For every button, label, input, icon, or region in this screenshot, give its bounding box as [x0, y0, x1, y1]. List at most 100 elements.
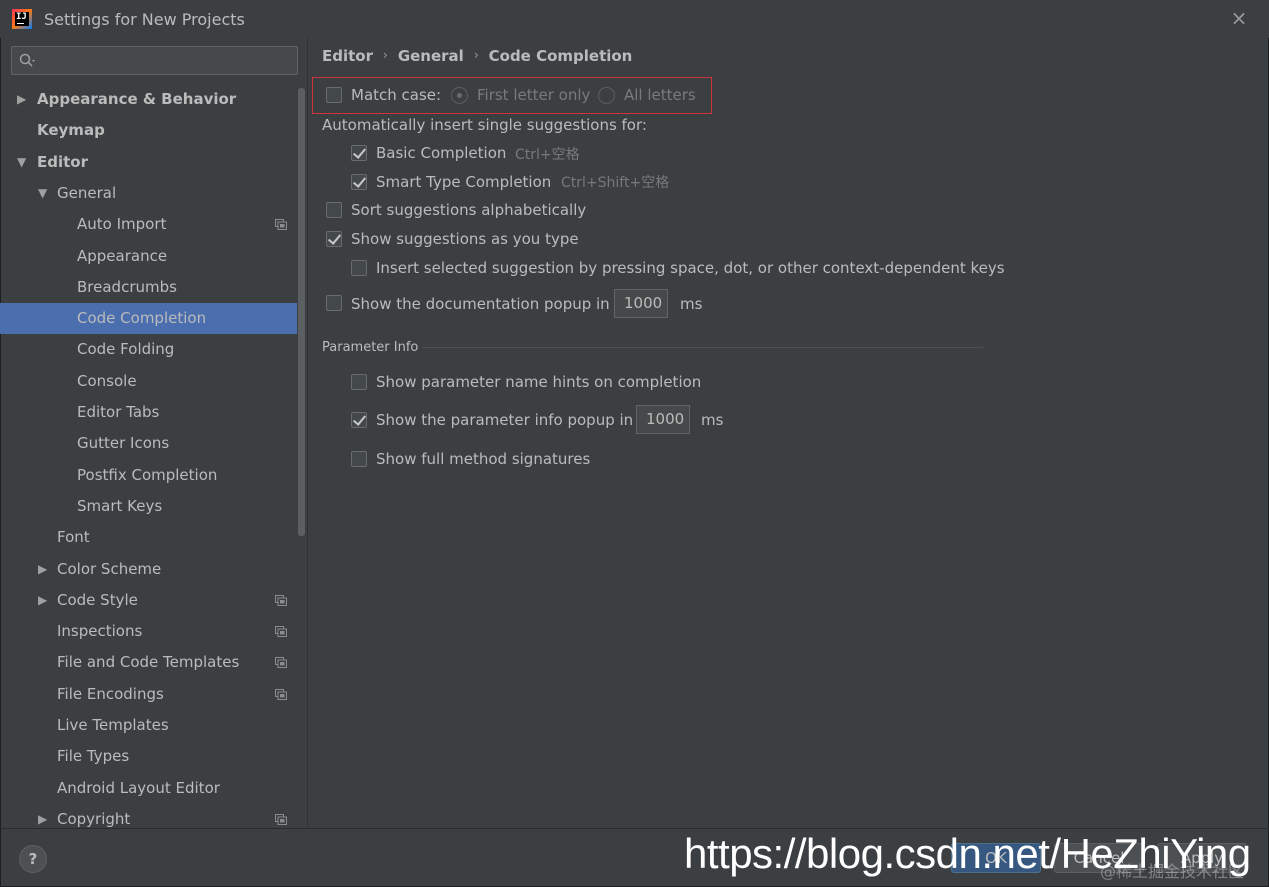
intellij-logo-icon: IJ: [12, 9, 32, 29]
project-level-icon: [275, 814, 287, 825]
tree-item-label: Appearance & Behavior: [37, 90, 237, 108]
basic-completion-checkbox[interactable]: [351, 145, 367, 161]
full-signatures-checkbox[interactable]: [351, 451, 367, 467]
tree-item-label: Copyright: [57, 810, 131, 828]
expand-arrow-icon[interactable]: ▼: [17, 147, 29, 178]
tree-item-label: Keymap: [37, 121, 105, 139]
smart-completion-shortcut: Ctrl+Shift+空格: [561, 175, 670, 191]
window-title: Settings for New Projects: [44, 10, 245, 29]
tree-item-label: Code Folding: [77, 340, 175, 358]
tree-item-label: Appearance: [77, 247, 168, 265]
tree-item-label: Code Style: [57, 591, 138, 609]
tree-item-smart-keys[interactable]: Smart Keys: [0, 491, 297, 522]
tree-item-label: Code Completion: [77, 309, 207, 327]
tree-item-label: Editor Tabs: [77, 403, 160, 421]
tree-item-file-encodings[interactable]: File Encodings: [0, 679, 297, 710]
param-info-popup-checkbox[interactable]: [351, 412, 367, 428]
close-icon[interactable]: ×: [1227, 6, 1251, 30]
full-signatures-label: Show full method signatures: [376, 450, 591, 468]
first-letter-radio[interactable]: [451, 87, 468, 104]
footer-divider: [0, 828, 1269, 829]
show-as-type-checkbox[interactable]: [326, 231, 342, 247]
tree-item-code-style[interactable]: ▶ Code Style: [0, 585, 297, 616]
doc-popup-label: Show the documentation popup in: [351, 295, 610, 313]
parameter-info-title: Parameter Info: [322, 340, 419, 355]
tree-item-breadcrumbs[interactable]: Breadcrumbs: [0, 272, 297, 303]
collapse-arrow-icon[interactable]: ▶: [17, 84, 29, 115]
tree-item-label: File Types: [57, 747, 130, 765]
panel-divider[interactable]: [307, 38, 308, 828]
tree-item-auto-import[interactable]: Auto Import: [0, 209, 297, 240]
breadcrumb-editor: Editor: [322, 47, 373, 65]
help-button[interactable]: ?: [19, 845, 47, 873]
tree-item-android-layout-editor[interactable]: Android Layout Editor: [0, 773, 297, 804]
show-as-type-label: Show suggestions as you type: [351, 230, 579, 248]
watermark-community: @稀土掘金技术社区: [1100, 862, 1245, 881]
doc-popup-unit: ms: [680, 295, 703, 313]
tree-item-code-completion[interactable]: Code Completion: [0, 303, 297, 334]
section-divider: [422, 347, 983, 348]
project-level-icon: [275, 689, 287, 700]
insert-selected-checkbox[interactable]: [351, 260, 367, 276]
project-level-icon: [275, 219, 287, 230]
title-bar: IJ Settings for New Projects ×: [0, 0, 1269, 38]
match-case-checkbox[interactable]: [326, 87, 342, 103]
tree-item-editor[interactable]: ▼ Editor: [0, 147, 297, 178]
collapse-arrow-icon[interactable]: ▶: [38, 585, 50, 616]
tree-item-gutter-icons[interactable]: Gutter Icons: [0, 428, 297, 459]
tree-item-font[interactable]: Font: [0, 522, 297, 553]
tree-item-postfix-completion[interactable]: Postfix Completion: [0, 460, 297, 491]
settings-search-input[interactable]: [11, 46, 298, 75]
param-info-unit: ms: [701, 411, 724, 429]
doc-popup-delay-input[interactable]: 1000: [614, 289, 668, 318]
tree-item-label: Font: [57, 528, 90, 546]
tree-item-inspections[interactable]: Inspections: [0, 616, 297, 647]
param-info-delay-input[interactable]: 1000: [636, 405, 690, 434]
tree-item-label: Color Scheme: [57, 560, 162, 578]
match-case-label: Match case:: [351, 86, 442, 104]
tree-item-console[interactable]: Console: [0, 366, 297, 397]
basic-completion-shortcut: Ctrl+空格: [515, 147, 580, 163]
insert-selected-label: Insert selected suggestion by pressing s…: [376, 259, 1005, 277]
collapse-arrow-icon[interactable]: ▶: [38, 554, 50, 585]
project-level-icon: [275, 595, 287, 606]
tree-item-color-scheme[interactable]: ▶ Color Scheme: [0, 554, 297, 585]
breadcrumb-general: General: [397, 47, 464, 65]
param-info-popup-label: Show the parameter info popup in: [376, 411, 634, 429]
tree-item-editor-tabs[interactable]: Editor Tabs: [0, 397, 297, 428]
tree-item-label: Auto Import: [77, 215, 167, 233]
tree-scrollbar[interactable]: [298, 88, 305, 536]
expand-arrow-icon[interactable]: ▼: [38, 178, 50, 209]
tree-item-appearance-behavior[interactable]: ▶ Appearance & Behavior: [0, 84, 297, 115]
tree-item-general[interactable]: ▼ General: [0, 178, 297, 209]
tree-item-label: Live Templates: [57, 716, 169, 734]
project-level-icon: [275, 657, 287, 668]
project-level-icon: [275, 626, 287, 637]
tree-item-label: File and Code Templates: [57, 653, 240, 671]
breadcrumb-separator: ›: [383, 48, 388, 62]
search-icon: [19, 53, 35, 67]
sort-alpha-checkbox[interactable]: [326, 202, 342, 218]
smart-completion-checkbox[interactable]: [351, 174, 367, 190]
tree-item-live-templates[interactable]: Live Templates: [0, 710, 297, 741]
tree-item-file-types[interactable]: File Types: [0, 741, 297, 772]
param-name-hints-label: Show parameter name hints on completion: [376, 373, 702, 391]
tree-item-label: Editor: [37, 153, 88, 171]
tree-item-copyright[interactable]: ▶ Copyright: [0, 804, 297, 828]
tree-item-label: Smart Keys: [77, 497, 163, 515]
tree-item-appearance[interactable]: Appearance: [0, 241, 297, 272]
tree-item-keymap[interactable]: Keymap: [0, 115, 297, 146]
breadcrumb: Editor › General › Code Completion: [322, 47, 632, 65]
tree-item-file-and-code-templates[interactable]: File and Code Templates: [0, 647, 297, 678]
tree-item-label: Console: [77, 372, 137, 390]
tree-item-code-folding[interactable]: Code Folding: [0, 334, 297, 365]
settings-tree[interactable]: ▶ Appearance & Behavior Keymap ▼ Editor ▼ Gene…: [0, 84, 297, 828]
param-name-hints-checkbox[interactable]: [351, 374, 367, 390]
all-letters-radio[interactable]: [598, 87, 615, 104]
auto-insert-heading: Automatically insert single suggestions …: [322, 116, 647, 134]
tree-item-label: File Encodings: [57, 685, 164, 703]
doc-popup-checkbox[interactable]: [326, 295, 342, 311]
breadcrumb-separator: ›: [473, 48, 479, 62]
breadcrumb-code-completion: Code Completion: [488, 47, 633, 65]
collapse-arrow-icon[interactable]: ▶: [38, 804, 50, 828]
